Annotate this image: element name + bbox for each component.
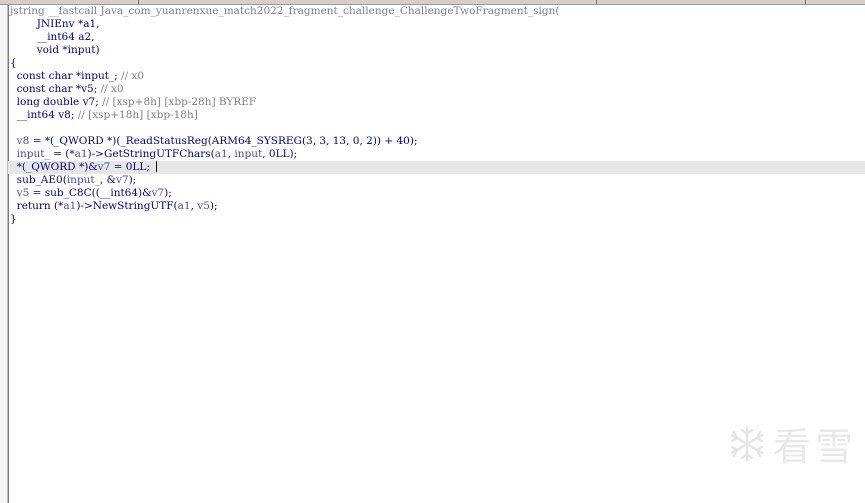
watermark: 看雪	[727, 416, 857, 471]
line-number-mark	[0, 174, 7, 187]
code-token: const char *input_;	[10, 70, 122, 82]
code-token: , 0LL);	[262, 148, 298, 160]
line-number-mark	[0, 18, 7, 31]
watermark-text: 看雪	[772, 425, 857, 469]
line-number-gutter	[0, 5, 8, 503]
code-line[interactable]: jstring __fastcall Java_com_yuanrenxue_m…	[10, 5, 860, 18]
code-line[interactable]: v5 = sub_C8C((__int64)&v7);	[10, 187, 860, 200]
line-number-mark	[0, 83, 7, 96]
code-token: __int64 v8;	[10, 109, 78, 121]
code-token: );	[164, 187, 172, 199]
tab-divider	[138, 0, 139, 4]
line-number-mark	[0, 96, 7, 109]
tab-divider	[596, 0, 597, 4]
code-token: input_	[10, 148, 50, 160]
code-token: );	[128, 174, 137, 186]
code-token: a1	[63, 200, 77, 212]
code-token: , &	[99, 174, 116, 186]
code-token: JNIEnv *a1,	[10, 18, 100, 30]
line-number-mark	[0, 70, 7, 83]
code-token: = 0LL;	[110, 161, 150, 173]
code-token: void *input)	[10, 44, 100, 56]
line-number-mark	[0, 187, 7, 200]
code-token: a1	[74, 148, 88, 160]
code-line[interactable]: const char *input_; // x0	[10, 70, 860, 83]
code-line[interactable]: v8 = *(_QWORD *)(_ReadStatusReg(ARM64_SY…	[10, 135, 860, 148]
code-line[interactable]: sub_AE0(input_, &v7);	[10, 174, 860, 187]
code-token: = (*	[49, 148, 75, 160]
code-line-current[interactable]: *(_QWORD *)&v7 = 0LL;	[8, 161, 865, 174]
code-line[interactable]	[10, 122, 860, 135]
line-number-mark	[0, 135, 7, 148]
code-token: }	[10, 213, 17, 225]
code-token: a1	[214, 148, 228, 160]
tab-divider	[805, 0, 806, 4]
code-token: = *(_QWORD *)(_ReadStatusReg(ARM64_SYSRE…	[29, 135, 418, 147]
code-line[interactable]: }	[10, 213, 860, 226]
line-number-mark	[0, 57, 7, 70]
gutter-divider	[8, 5, 9, 503]
code-token: = sub_C8C((__int64)&	[29, 187, 152, 199]
line-number-mark	[0, 213, 7, 226]
code-token: )->GetStringUTFChars(	[87, 148, 215, 160]
code-line[interactable]: long double v7; // [xsp+8h] [xbp-28h] BY…	[10, 96, 860, 109]
code-token: a1	[177, 200, 191, 212]
line-number-mark	[0, 44, 7, 57]
code-token: return (*	[10, 200, 64, 212]
code-token: v8	[10, 135, 30, 147]
code-token: input	[234, 148, 263, 160]
code-line[interactable]: {	[10, 57, 860, 70]
code-token: );	[209, 200, 218, 212]
code-token: sub_AE0(	[10, 174, 67, 186]
code-token: input_	[66, 174, 100, 186]
code-token: v5	[197, 200, 210, 212]
code-token: jstring __fastcall Java_com_yuanrenxue_m…	[10, 5, 560, 17]
code-line[interactable]: return (*a1)->NewStringUTF(a1, v5);	[10, 200, 860, 213]
code-token: {	[10, 57, 17, 69]
code-token: // x0	[100, 83, 124, 95]
line-number-mark	[0, 5, 7, 18]
pseudocode-view[interactable]: jstring __fastcall Java_com_yuanrenxue_m…	[8, 5, 865, 226]
code-token: v7	[97, 161, 111, 173]
line-number-mark	[0, 200, 7, 213]
code-token: )->NewStringUTF(	[76, 200, 178, 212]
code-token: v5	[10, 187, 30, 199]
line-number-mark	[0, 122, 7, 135]
code-line[interactable]: input_ = (*a1)->GetStringUTFChars(a1, in…	[10, 148, 860, 161]
code-line[interactable]: void *input)	[10, 44, 860, 57]
code-token: *(_QWORD *)&	[10, 161, 98, 173]
text-cursor	[155, 161, 157, 172]
code-token: const char *v5;	[10, 83, 101, 95]
code-token: // [xsp+8h] [xbp-28h] BYREF	[102, 96, 257, 108]
line-number-mark	[0, 161, 7, 174]
code-line[interactable]: __int64 v8; // [xsp+18h] [xbp-18h]	[10, 109, 860, 122]
snowflake-icon	[730, 425, 764, 462]
code-token: // [xsp+18h] [xbp-18h]	[77, 109, 198, 121]
code-line[interactable]: JNIEnv *a1,	[10, 18, 860, 31]
code-token: long double v7;	[10, 96, 103, 108]
line-number-mark	[0, 148, 7, 161]
code-token: v7	[151, 187, 165, 199]
code-token: v7	[115, 174, 129, 186]
code-line[interactable]: __int64 a2,	[10, 31, 860, 44]
line-number-mark	[0, 109, 7, 122]
code-line[interactable]: const char *v5; // x0	[10, 83, 860, 96]
code-token: __int64 a2,	[10, 31, 95, 43]
line-number-mark	[0, 31, 7, 44]
code-token: // x0	[121, 70, 145, 82]
